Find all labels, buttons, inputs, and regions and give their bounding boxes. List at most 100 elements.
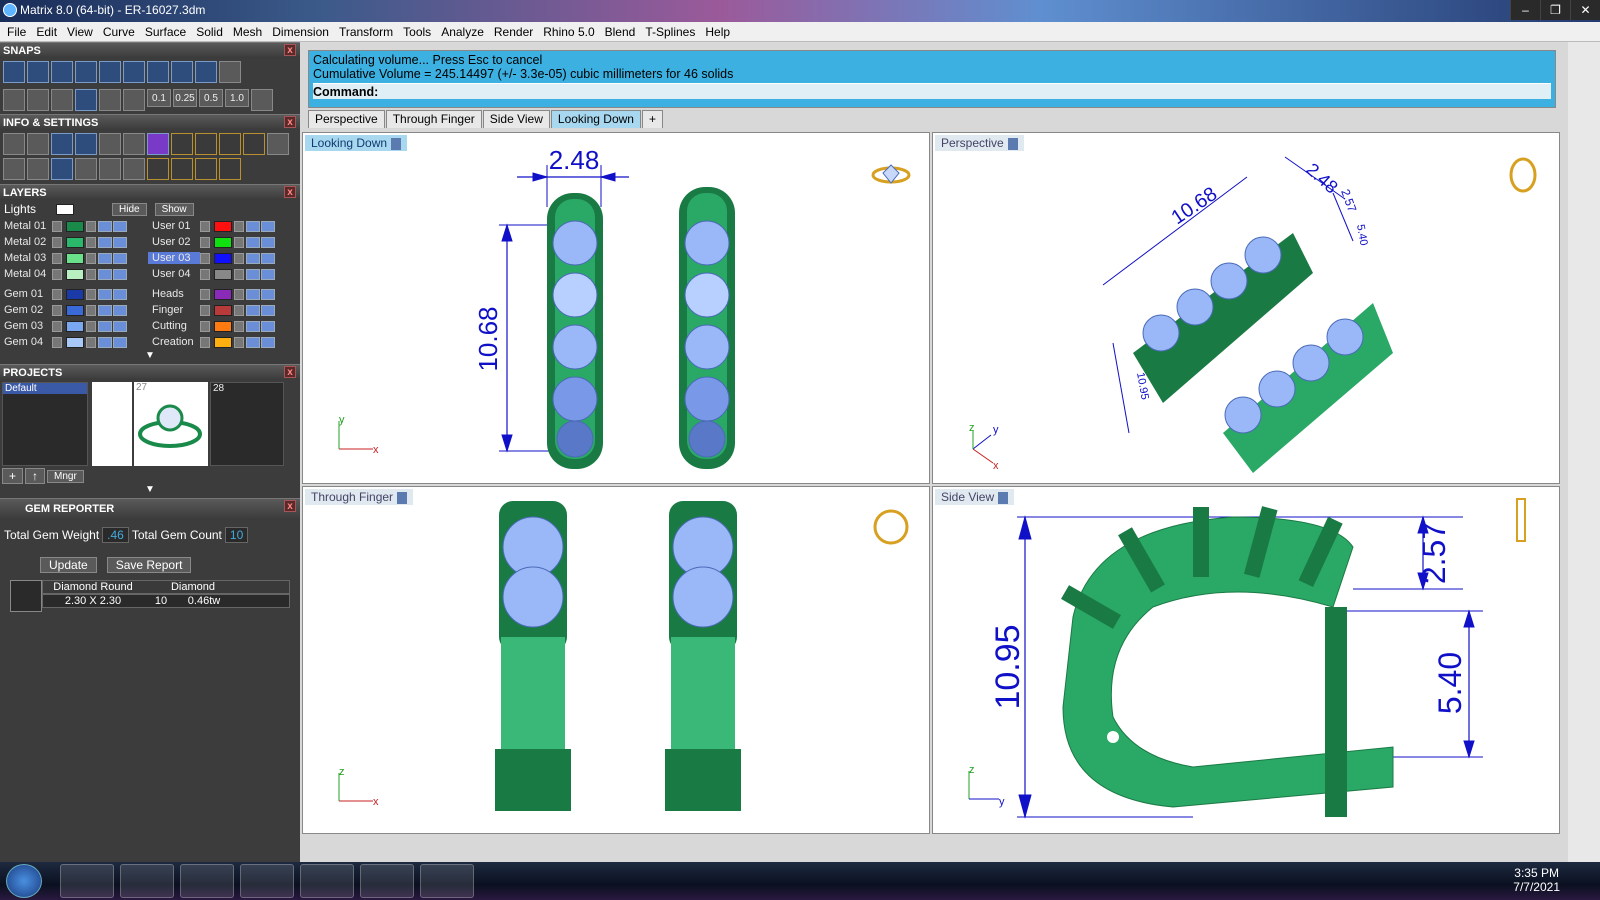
pen-icon[interactable] bbox=[51, 89, 73, 111]
close-icon[interactable]: x bbox=[284, 366, 296, 378]
lock-icon[interactable] bbox=[234, 336, 244, 348]
layer-expand-icon[interactable] bbox=[52, 304, 62, 316]
transform-icon[interactable] bbox=[147, 158, 169, 180]
menu-item[interactable]: Solid bbox=[191, 25, 228, 39]
layer-expand-icon[interactable] bbox=[200, 320, 210, 332]
visibility-icon[interactable] bbox=[98, 236, 112, 248]
layer-color-swatch[interactable] bbox=[214, 220, 232, 232]
layer-row[interactable]: Gem 04 bbox=[0, 334, 148, 350]
snap-value-1[interactable]: 0.1 bbox=[147, 89, 171, 107]
render-toggle-icon[interactable] bbox=[113, 304, 127, 316]
lock-icon[interactable] bbox=[86, 288, 96, 300]
layer-expand-icon[interactable] bbox=[200, 236, 210, 248]
show-button[interactable]: Show bbox=[154, 202, 194, 216]
matrix-app-icon[interactable] bbox=[300, 864, 354, 898]
visibility-icon[interactable] bbox=[98, 252, 112, 264]
zoom-icon[interactable] bbox=[27, 133, 49, 155]
menu-item[interactable]: Edit bbox=[31, 25, 62, 39]
scale-icon[interactable] bbox=[195, 158, 217, 180]
panel-icon[interactable] bbox=[3, 158, 25, 180]
layer-expand-icon[interactable] bbox=[52, 268, 62, 280]
layer-color-swatch[interactable] bbox=[214, 336, 232, 348]
menu-item[interactable]: Tools bbox=[398, 25, 436, 39]
layer-color-swatch[interactable] bbox=[214, 252, 232, 264]
lock-icon[interactable] bbox=[234, 220, 244, 232]
snap-value-3[interactable]: 0.5 bbox=[199, 89, 223, 107]
visibility-icon[interactable] bbox=[98, 288, 112, 300]
menu-item[interactable]: Dimension bbox=[267, 25, 334, 39]
lock-icon[interactable] bbox=[234, 320, 244, 332]
visibility-icon[interactable] bbox=[246, 220, 260, 232]
layer-expand-icon[interactable] bbox=[200, 288, 210, 300]
snap-end-icon[interactable] bbox=[3, 61, 25, 83]
menu-item[interactable]: View bbox=[62, 25, 98, 39]
menu-item[interactable]: File bbox=[2, 25, 31, 39]
command-prompt[interactable]: Command: bbox=[313, 83, 1551, 99]
cube-icon[interactable] bbox=[27, 89, 49, 111]
layer-color-swatch[interactable] bbox=[214, 304, 232, 316]
layers-icon[interactable] bbox=[51, 133, 73, 155]
gumball-icon[interactable] bbox=[123, 89, 145, 111]
visibility-icon[interactable] bbox=[98, 268, 112, 280]
tab-perspective[interactable]: Perspective bbox=[308, 110, 385, 128]
snap-value-4[interactable]: 1.0 bbox=[225, 89, 249, 107]
lock-icon[interactable] bbox=[86, 336, 96, 348]
lock-icon[interactable] bbox=[86, 268, 96, 280]
render-toggle-icon[interactable] bbox=[113, 220, 127, 232]
lock-icon[interactable] bbox=[86, 220, 96, 232]
explorer-icon[interactable] bbox=[120, 864, 174, 898]
chrome-icon[interactable] bbox=[240, 864, 294, 898]
box-icon[interactable] bbox=[75, 133, 97, 155]
snap-mid-icon[interactable] bbox=[75, 61, 97, 83]
visibility-icon[interactable] bbox=[246, 236, 260, 248]
snap-point-icon[interactable] bbox=[51, 61, 73, 83]
move-icon[interactable] bbox=[171, 158, 193, 180]
visibility-icon[interactable] bbox=[98, 336, 112, 348]
menu-item[interactable]: Curve bbox=[98, 25, 140, 39]
add-tab-button[interactable]: + bbox=[641, 110, 663, 128]
layer-expand-icon[interactable] bbox=[52, 252, 62, 264]
grid-snap-icon[interactable] bbox=[251, 89, 273, 111]
excel-icon[interactable] bbox=[420, 864, 474, 898]
layer-row[interactable]: Creation bbox=[148, 334, 296, 350]
render-toggle-icon[interactable] bbox=[261, 336, 275, 348]
menu-item[interactable]: T-Splines bbox=[640, 25, 700, 39]
layer-expand-icon[interactable] bbox=[52, 220, 62, 232]
layer-expand-icon[interactable] bbox=[200, 304, 210, 316]
add-project-button[interactable]: + bbox=[2, 468, 24, 484]
lock-icon[interactable] bbox=[234, 304, 244, 316]
close-button[interactable]: ✕ bbox=[1570, 0, 1600, 20]
windows-icon[interactable] bbox=[267, 133, 289, 155]
close-icon[interactable]: x bbox=[284, 186, 296, 198]
lock-icon[interactable] bbox=[234, 268, 244, 280]
snap-value-2[interactable]: 0.25 bbox=[173, 89, 197, 107]
lock-icon[interactable] bbox=[234, 288, 244, 300]
select-icon[interactable] bbox=[99, 158, 121, 180]
layer-expand-icon[interactable] bbox=[200, 268, 210, 280]
layer-name[interactable]: Metal 02 bbox=[0, 236, 52, 248]
list-icon[interactable] bbox=[123, 158, 145, 180]
layer-name[interactable]: User 02 bbox=[148, 236, 200, 248]
lock-icon[interactable] bbox=[86, 320, 96, 332]
filter-icon[interactable] bbox=[75, 158, 97, 180]
lock-icon[interactable] bbox=[234, 236, 244, 248]
snap-perp-icon[interactable] bbox=[147, 61, 169, 83]
save-report-button[interactable]: Save Report bbox=[106, 557, 192, 573]
render-icon[interactable] bbox=[171, 133, 193, 155]
render-toggle-icon[interactable] bbox=[261, 304, 275, 316]
layer-name[interactable]: Cutting bbox=[148, 320, 200, 332]
layer-name[interactable]: Metal 01 bbox=[0, 220, 52, 232]
menu-item[interactable]: Transform bbox=[334, 25, 398, 39]
ortho-icon[interactable] bbox=[75, 89, 97, 111]
layer-row[interactable]: User 02 bbox=[148, 234, 296, 250]
projects-collapse-icon[interactable]: ▼ bbox=[0, 484, 300, 498]
close-icon[interactable]: x bbox=[284, 116, 296, 128]
render-toggle-icon[interactable] bbox=[113, 236, 127, 248]
layer-name[interactable]: Gem 04 bbox=[0, 336, 52, 348]
snap-quad-icon[interactable] bbox=[195, 61, 217, 83]
snap-near-icon[interactable] bbox=[27, 61, 49, 83]
minimize-button[interactable]: – bbox=[1510, 0, 1540, 20]
layer-expand-icon[interactable] bbox=[52, 336, 62, 348]
layer-name[interactable]: Metal 04 bbox=[0, 268, 52, 280]
material-icon[interactable] bbox=[51, 158, 73, 180]
